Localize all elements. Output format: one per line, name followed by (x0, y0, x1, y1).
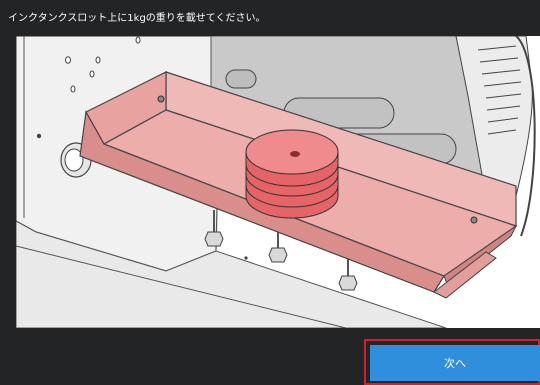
printer-ink-tank-illustration (16, 36, 536, 328)
illustration-panel (16, 36, 540, 328)
next-button[interactable]: 次へ (370, 345, 540, 381)
instruction-text: インクタンクスロット上に1kgの重りを載せてください。 (8, 13, 266, 24)
